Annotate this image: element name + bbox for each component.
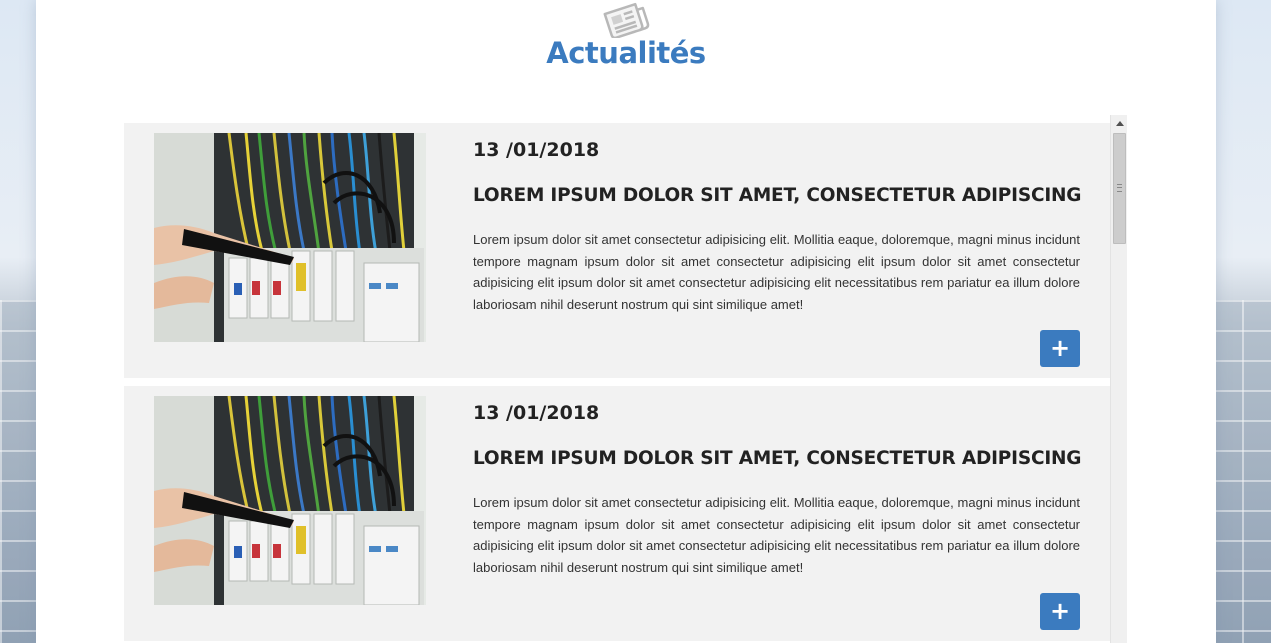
news-list[interactable]: 13 /01/2018 LOREM IPSUM DOLOR SIT AMET, … bbox=[124, 115, 1128, 643]
news-card: 13 /01/2018 LOREM IPSUM DOLOR SIT AMET, … bbox=[124, 123, 1110, 378]
news-image bbox=[154, 396, 426, 605]
news-title[interactable]: LOREM IPSUM DOLOR SIT AMET, CONSECTETUR … bbox=[473, 185, 1093, 206]
content-container: Actualités 13 /01/2018 LOREM IPSUM DOLOR… bbox=[36, 0, 1216, 643]
news-date: 13 /01/2018 bbox=[473, 402, 600, 424]
section-title: Actualités bbox=[546, 36, 706, 70]
news-card: 13 /01/2018 LOREM IPSUM DOLOR SIT AMET, … bbox=[124, 386, 1110, 641]
newspaper-icon bbox=[603, 2, 650, 38]
news-title[interactable]: LOREM IPSUM DOLOR SIT AMET, CONSECTETUR … bbox=[473, 448, 1093, 469]
scroll-thumb[interactable] bbox=[1113, 133, 1126, 244]
news-scrollbar[interactable] bbox=[1110, 115, 1127, 643]
news-date: 13 /01/2018 bbox=[473, 139, 600, 161]
news-excerpt: Lorem ipsum dolor sit amet consectetur a… bbox=[473, 495, 1080, 575]
scroll-up-arrow-icon[interactable] bbox=[1111, 115, 1128, 132]
news-image bbox=[154, 133, 426, 342]
grip-icon bbox=[1117, 184, 1122, 192]
read-more-button[interactable]: + bbox=[1040, 593, 1080, 630]
read-more-button[interactable]: + bbox=[1040, 330, 1080, 367]
news-excerpt: Lorem ipsum dolor sit amet consectetur a… bbox=[473, 232, 1080, 312]
